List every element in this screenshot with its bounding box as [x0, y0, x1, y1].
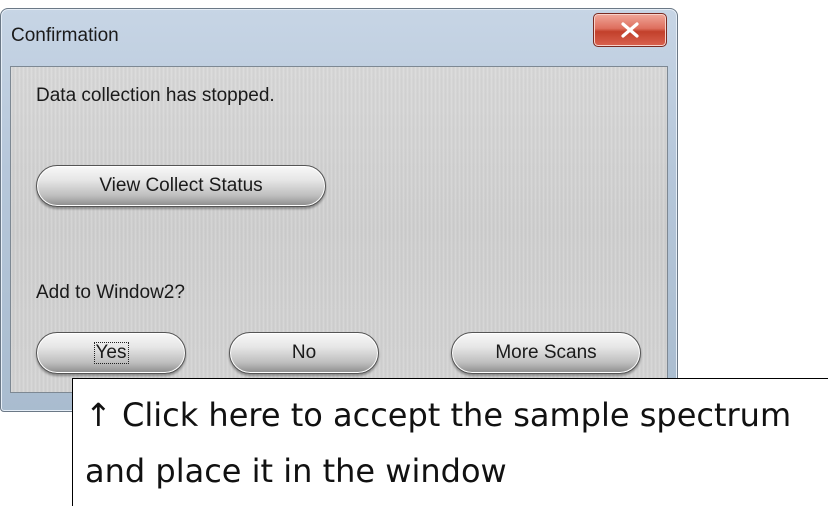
- title-bar[interactable]: Confirmation: [1, 9, 677, 57]
- callout-text: ↑ Click here to accept the sample spectr…: [85, 396, 792, 490]
- instruction-callout: ↑ Click here to accept the sample spectr…: [72, 378, 828, 506]
- no-button[interactable]: No: [229, 332, 379, 374]
- view-collect-status-button[interactable]: View Collect Status: [36, 165, 326, 207]
- add-to-window-question: Add to Window2?: [36, 282, 185, 303]
- yes-button[interactable]: Yes: [36, 332, 186, 374]
- more-scans-button-label: More Scans: [495, 342, 597, 363]
- close-button[interactable]: [593, 13, 667, 47]
- no-button-label: No: [291, 342, 317, 363]
- close-icon: [621, 22, 639, 38]
- status-message: Data collection has stopped.: [36, 85, 275, 106]
- yes-button-label: Yes: [93, 342, 129, 364]
- dialog-title: Confirmation: [11, 25, 119, 46]
- view-collect-status-label: View Collect Status: [99, 175, 263, 196]
- more-scans-button[interactable]: More Scans: [451, 332, 641, 374]
